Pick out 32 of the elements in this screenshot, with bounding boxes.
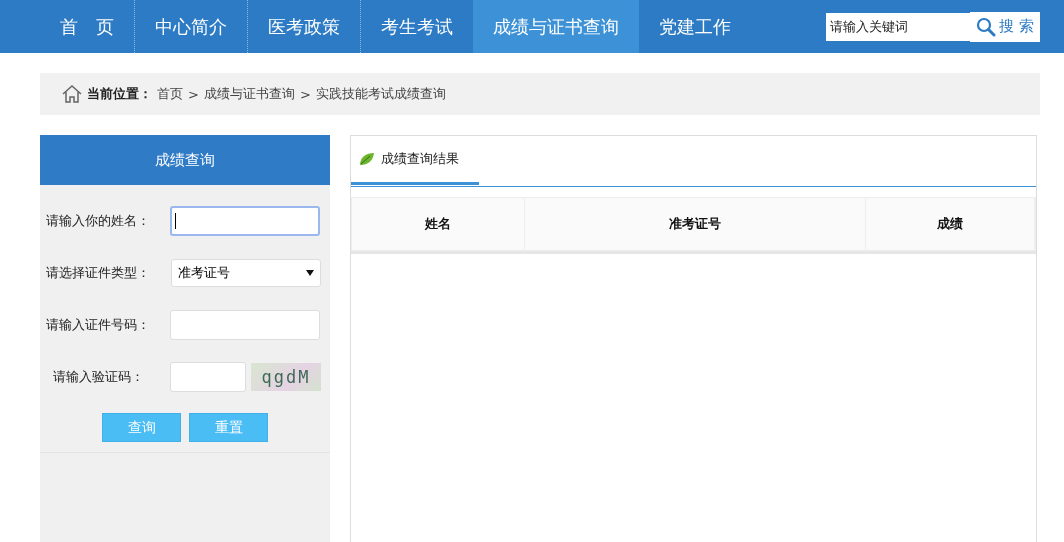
breadcrumb-link[interactable]: 成绩与证书查询 (203, 85, 295, 103)
panel-title: 成绩查询 (40, 135, 330, 185)
breadcrumb-separator: > (299, 86, 311, 102)
input-field[interactable] (170, 362, 246, 392)
nav-tab[interactable]: 党建工作 (639, 0, 751, 53)
input-field[interactable] (170, 206, 320, 236)
column-header: 准考证号 (525, 198, 866, 250)
column-header: 成绩 (866, 198, 1035, 250)
home-icon (62, 85, 82, 103)
breadcrumb-link[interactable]: 首页 (157, 85, 183, 103)
field-label: 请输入证件号码： (45, 316, 151, 334)
input-field[interactable] (170, 310, 320, 340)
text-cursor (175, 213, 176, 229)
captcha-image[interactable]: qgdM (251, 363, 321, 391)
field-label: 请输入验证码： (52, 368, 145, 386)
select-field[interactable]: 准考证号 (171, 259, 321, 287)
nav-tab[interactable]: 考生考试 (361, 0, 473, 53)
search-field[interactable]: 请输入关键词 (825, 11, 971, 42)
results-tab[interactable]: 成绩查询结果 (351, 136, 479, 185)
search-icon (976, 16, 997, 37)
dropdown-icon (306, 270, 314, 276)
nav-tab[interactable]: 医考政策 (248, 0, 361, 53)
field-label: 请选择证件类型： (45, 264, 151, 282)
breadcrumb-separator: > (188, 86, 199, 102)
nav-tab[interactable]: 中心简介 (135, 0, 248, 53)
column-header: 姓名 (352, 198, 525, 250)
breadcrumb-link[interactable]: 实践技能考试成绩查询 (315, 85, 446, 103)
nav-tab[interactable]: 成绩与证书查询 (473, 0, 639, 53)
field-label: 请输入你的姓名： (45, 212, 151, 230)
breadcrumb-label: 当前位置： (87, 85, 152, 103)
leaf-icon (359, 152, 375, 166)
nav-tab[interactable]: 首 页 (40, 0, 135, 53)
